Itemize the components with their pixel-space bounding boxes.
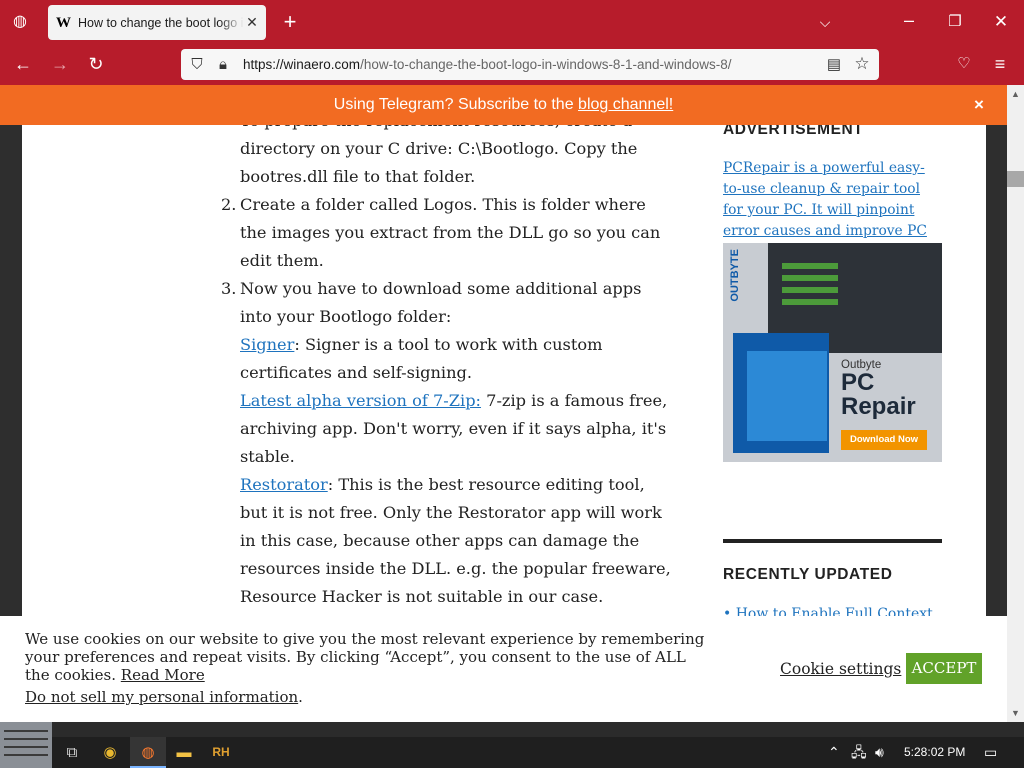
list-item-text: Create a folder called Logos. This is fo… bbox=[240, 195, 661, 270]
signer-paragraph: Signer: Signer is a tool to work with cu… bbox=[240, 335, 603, 382]
cookie-settings-link[interactable]: Cookie settings bbox=[780, 660, 901, 678]
list-item-number: 2. bbox=[221, 195, 237, 214]
ad-product-box bbox=[733, 333, 829, 453]
url-text[interactable]: https://winaero.com/how-to-change-the-bo… bbox=[243, 57, 732, 72]
list-item-text: directory on your C drive: C:\Bootlogo. … bbox=[240, 139, 638, 158]
hamburger-menu-icon[interactable]: ≡ bbox=[988, 54, 1012, 74]
scroll-down-icon[interactable]: ▼ bbox=[1007, 706, 1024, 720]
pocket-icon[interactable]: ♡ bbox=[952, 54, 976, 74]
tracking-protection-shield-icon[interactable]: ⛉ bbox=[187, 56, 207, 74]
recently-updated-heading: RECENTLY UPDATED bbox=[723, 566, 893, 583]
restorator-paragraph: Restorator: This is the best resource ed… bbox=[240, 475, 671, 606]
minimize-icon[interactable]: – bbox=[898, 10, 920, 30]
article-body: To prepare the replacement resources, cr… bbox=[221, 125, 671, 611]
telegram-notification-bar: Using Telegram? Subscribe to the blog ch… bbox=[0, 85, 1007, 125]
navigation-bar: ← → ↻ ⛉ 🔒︎ https://winaero.com/how-to-ch… bbox=[0, 44, 1024, 85]
list-item: 2. Create a folder called Logos. This is… bbox=[221, 191, 671, 275]
scroll-up-icon[interactable]: ▲ bbox=[1007, 87, 1024, 101]
list-item-number: 3. bbox=[221, 279, 237, 298]
task-view-icon[interactable]: ⧉ bbox=[54, 737, 90, 768]
resource-hacker-icon[interactable]: RH bbox=[203, 737, 239, 768]
cookie-message: We use cookies on our website to give yo… bbox=[25, 630, 705, 684]
notifications-icon[interactable]: ▭ bbox=[984, 744, 997, 760]
section-divider bbox=[723, 539, 942, 543]
forward-icon[interactable]: → bbox=[48, 54, 72, 74]
ad-brand-title: PC Repair bbox=[841, 369, 916, 420]
ad-vendor-label: OUTBYTE bbox=[729, 249, 741, 302]
firefox-menu-icon[interactable]: ◍ bbox=[10, 12, 30, 32]
7zip-link[interactable]: Latest alpha version of 7-Zip: bbox=[240, 391, 481, 410]
tray-chevron-icon[interactable]: ⌃ bbox=[828, 744, 840, 760]
signer-link[interactable]: Signer bbox=[240, 335, 294, 354]
title-bar: ◍ W How to change the boot logo in Windo… bbox=[0, 0, 1024, 44]
list-item-text: bootres.dll file to that folder. bbox=[240, 167, 476, 186]
chrome-icon[interactable]: ◉ bbox=[92, 737, 128, 768]
pc-repair-ad-banner[interactable]: OUTBYTE Outbyte PC Repair Download Now bbox=[723, 243, 942, 462]
list-item-text: Now you have to download some additional… bbox=[240, 279, 642, 326]
browser-tab[interactable]: W How to change the boot logo in Windows… bbox=[48, 5, 266, 40]
tab-title: How to change the boot logo in Windows 8… bbox=[78, 15, 244, 30]
list-item-text-cut-off: To prepare the replacement resources, cr… bbox=[240, 125, 671, 135]
accept-cookies-button[interactable]: ACCEPT bbox=[906, 653, 982, 684]
restorator-link[interactable]: Restorator bbox=[240, 475, 328, 494]
cookie-banner: We use cookies on our website to give yo… bbox=[0, 616, 1007, 722]
network-icon[interactable]: 🖧︎ bbox=[851, 744, 867, 760]
restore-icon[interactable]: ❐ bbox=[944, 12, 966, 32]
firefox-taskbar-icon[interactable]: ◍ bbox=[130, 737, 166, 768]
taskbar-clock[interactable]: 5:28:02 PM bbox=[904, 745, 965, 759]
list-tabs-icon[interactable]: ⌵ bbox=[815, 12, 835, 32]
advertisement-heading: ADVERTISEMENT bbox=[723, 125, 864, 138]
ad-download-button[interactable]: Download Now bbox=[841, 430, 927, 450]
scroll-thumb[interactable] bbox=[1007, 171, 1024, 187]
notification-close-icon[interactable]: × bbox=[974, 95, 984, 115]
taskbar: ⧉ ◉ ◍ ▬ RH ⌃ 🖧︎ 🔊︎ 5:28:02 PM ▭ bbox=[0, 737, 1024, 768]
new-tab-icon[interactable]: + bbox=[279, 11, 301, 33]
taskbar-window-thumbnail[interactable] bbox=[0, 722, 52, 768]
steps-list: To prepare the replacement resources, cr… bbox=[221, 125, 671, 611]
bookmark-star-icon[interactable]: ☆ bbox=[852, 55, 872, 73]
reader-view-icon[interactable]: ▤ bbox=[824, 56, 844, 74]
file-explorer-icon[interactable]: ▬ bbox=[166, 737, 202, 768]
do-not-sell-row: Do not sell my personal information. bbox=[25, 688, 303, 706]
notification-message: Using Telegram? Subscribe to the blog ch… bbox=[333, 96, 674, 113]
read-more-link[interactable]: Read More bbox=[121, 666, 205, 684]
do-not-sell-link[interactable]: Do not sell my personal information bbox=[25, 688, 298, 706]
volume-icon[interactable]: 🔊︎ bbox=[875, 744, 884, 760]
page-scrollbar[interactable]: ▲ ▼ bbox=[1007, 85, 1024, 722]
close-window-icon[interactable]: ✕ bbox=[990, 12, 1012, 32]
address-bar[interactable]: ⛉ 🔒︎ https://winaero.com/how-to-change-t… bbox=[181, 49, 879, 80]
reload-icon[interactable]: ↻ bbox=[84, 54, 108, 74]
tab-close-icon[interactable]: ✕ bbox=[244, 14, 260, 30]
7zip-paragraph: Latest alpha version of 7-Zip: 7-zip is … bbox=[240, 391, 668, 466]
list-item: 3. Now you have to download some additio… bbox=[221, 275, 671, 611]
list-item: To prepare the replacement resources, cr… bbox=[221, 125, 671, 191]
back-icon[interactable]: ← bbox=[11, 54, 35, 74]
winaero-favicon-icon: W bbox=[56, 14, 71, 31]
blog-channel-link[interactable]: blog channel! bbox=[578, 96, 673, 113]
site-lock-icon[interactable]: 🔒︎ bbox=[213, 56, 233, 74]
